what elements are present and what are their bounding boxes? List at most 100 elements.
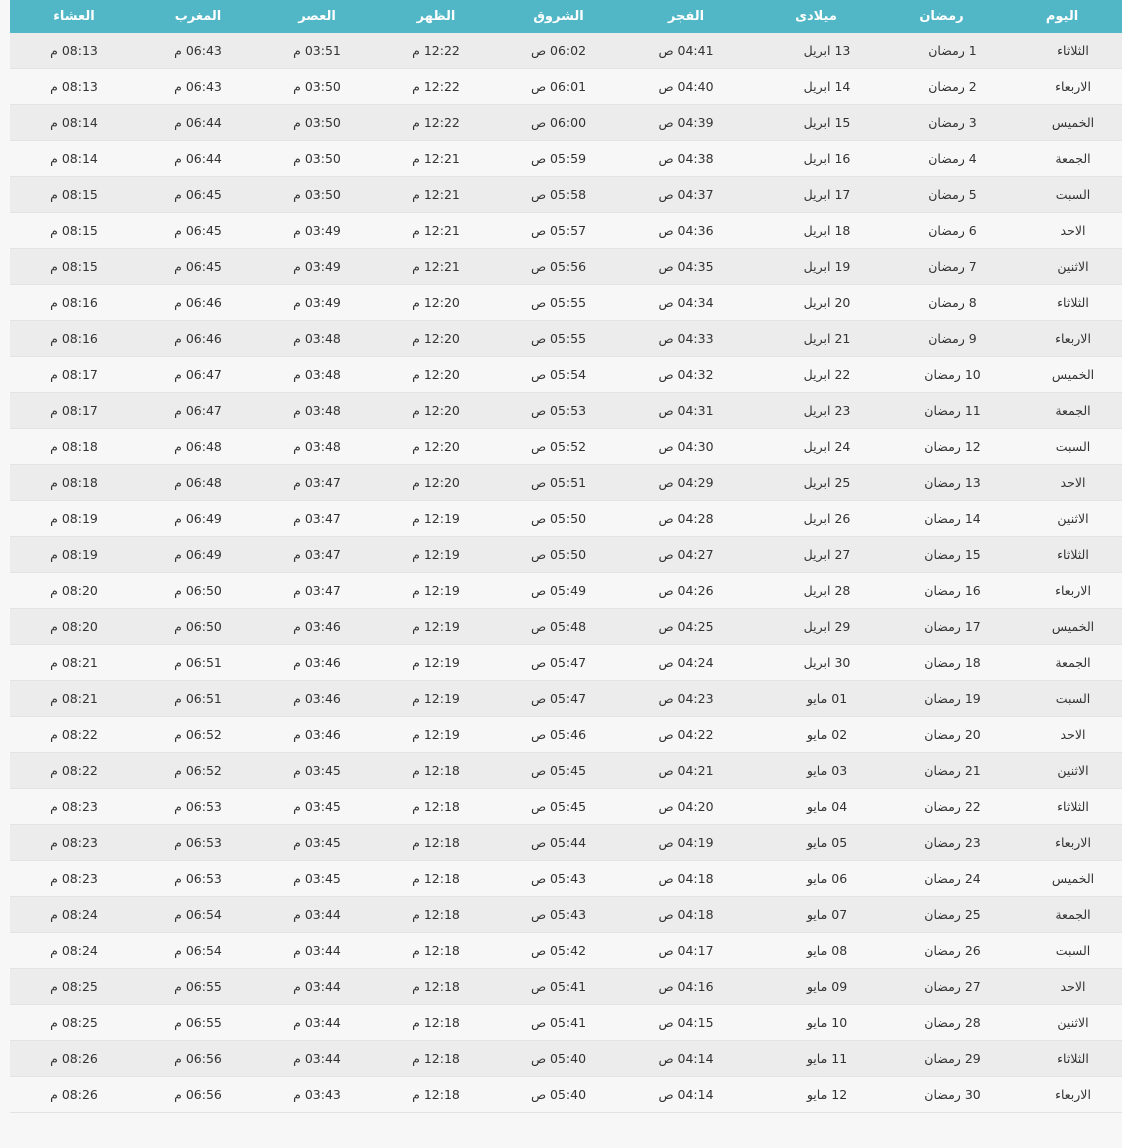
fajr-cell: 04:33 ص bbox=[621, 320, 751, 357]
isha-cell: 08:24 م bbox=[10, 932, 138, 969]
fajr-cell: 04:40 ص bbox=[621, 68, 751, 105]
sunrise-cell: 05:42 ص bbox=[496, 932, 621, 969]
maghrib-cell: 06:54 م bbox=[138, 932, 258, 969]
maghrib-cell: 06:46 م bbox=[138, 320, 258, 357]
ramadan-date-cell: 16 رمضان bbox=[881, 572, 1002, 609]
table-row: الثلاثاء 15 رمضان 27 ابريل 04:27 ص 05:50 ص 12… bbox=[10, 536, 1122, 573]
asr-cell: 03:49 م bbox=[258, 212, 376, 249]
table-row: السبت 12 رمضان 24 ابريل 04:30 ص 05:52 ص 12:20… bbox=[10, 428, 1122, 465]
ramadan-date-cell: 29 رمضان bbox=[881, 1040, 1002, 1077]
day-cell: الجمعة bbox=[1002, 644, 1122, 681]
gregorian-date-cell: 17 ابريل bbox=[751, 176, 881, 213]
dhuhr-cell: 12:18 م bbox=[376, 1076, 496, 1113]
day-cell: الاثنين bbox=[1002, 248, 1122, 285]
asr-cell: 03:46 م bbox=[258, 608, 376, 645]
isha-cell: 08:24 م bbox=[10, 896, 138, 933]
ramadan-date-cell: 22 رمضان bbox=[881, 788, 1002, 825]
gregorian-date-cell: 01 مايو bbox=[751, 680, 881, 717]
maghrib-cell: 06:53 م bbox=[138, 824, 258, 861]
table-row: السبت 19 رمضان 01 مايو 04:23 ص 05:47 ص 12:19 … bbox=[10, 680, 1122, 717]
gregorian-date-cell: 02 مايو bbox=[751, 716, 881, 753]
table-row: الاربعاء 23 رمضان 05 مايو 04:19 ص 05:44 ص 12:… bbox=[10, 824, 1122, 861]
day-cell: الاحد bbox=[1002, 968, 1122, 1005]
dhuhr-cell: 12:19 م bbox=[376, 536, 496, 573]
prayer-times-table: اليوم رمضان ميلادى الفجر الشروق الظهر ال… bbox=[10, 0, 1122, 1113]
day-cell: الاحد bbox=[1002, 212, 1122, 249]
dhuhr-cell: 12:19 م bbox=[376, 608, 496, 645]
header-gregorian: ميلادى bbox=[751, 0, 881, 33]
fajr-cell: 04:31 ص bbox=[621, 392, 751, 429]
dhuhr-cell: 12:20 م bbox=[376, 464, 496, 501]
maghrib-cell: 06:48 م bbox=[138, 464, 258, 501]
fajr-cell: 04:41 ص bbox=[621, 33, 751, 69]
isha-cell: 08:23 م bbox=[10, 824, 138, 861]
table-row: الاربعاء 30 رمضان 12 مايو 04:14 ص 05:40 ص 12:… bbox=[10, 1076, 1122, 1113]
asr-cell: 03:44 م bbox=[258, 968, 376, 1005]
day-cell: الثلاثاء bbox=[1002, 284, 1122, 321]
asr-cell: 03:45 م bbox=[258, 860, 376, 897]
day-cell: الثلاثاء bbox=[1002, 536, 1122, 573]
fajr-cell: 04:19 ص bbox=[621, 824, 751, 861]
asr-cell: 03:44 م bbox=[258, 896, 376, 933]
ramadan-date-cell: 10 رمضان bbox=[881, 356, 1002, 393]
fajr-cell: 04:34 ص bbox=[621, 284, 751, 321]
header-asr: العصر bbox=[258, 0, 376, 33]
isha-cell: 08:15 م bbox=[10, 176, 138, 213]
dhuhr-cell: 12:20 م bbox=[376, 428, 496, 465]
fajr-cell: 04:28 ص bbox=[621, 500, 751, 537]
table-row: الثلاثاء 8 رمضان 20 ابريل 04:34 ص 05:55 ص 12:… bbox=[10, 284, 1122, 321]
fajr-cell: 04:22 ص bbox=[621, 716, 751, 753]
ramadan-date-cell: 3 رمضان bbox=[881, 104, 1002, 141]
maghrib-cell: 06:53 م bbox=[138, 788, 258, 825]
ramadan-date-cell: 6 رمضان bbox=[881, 212, 1002, 249]
maghrib-cell: 06:55 م bbox=[138, 968, 258, 1005]
table-row: السبت 26 رمضان 08 مايو 04:17 ص 05:42 ص 12:18 … bbox=[10, 932, 1122, 969]
fajr-cell: 04:18 ص bbox=[621, 896, 751, 933]
sunrise-cell: 05:43 ص bbox=[496, 860, 621, 897]
ramadan-date-cell: 4 رمضان bbox=[881, 140, 1002, 177]
ramadan-date-cell: 23 رمضان bbox=[881, 824, 1002, 861]
isha-cell: 08:15 م bbox=[10, 212, 138, 249]
day-cell: الثلاثاء bbox=[1002, 788, 1122, 825]
asr-cell: 03:47 م bbox=[258, 572, 376, 609]
fajr-cell: 04:16 ص bbox=[621, 968, 751, 1005]
gregorian-date-cell: 06 مايو bbox=[751, 860, 881, 897]
gregorian-date-cell: 16 ابريل bbox=[751, 140, 881, 177]
header-fajr: الفجر bbox=[621, 0, 751, 33]
maghrib-cell: 06:50 م bbox=[138, 608, 258, 645]
dhuhr-cell: 12:20 م bbox=[376, 356, 496, 393]
gregorian-date-cell: 26 ابريل bbox=[751, 500, 881, 537]
gregorian-date-cell: 11 مايو bbox=[751, 1040, 881, 1077]
table-row: الخميس 10 رمضان 22 ابريل 04:32 ص 05:54 ص 12:2… bbox=[10, 356, 1122, 393]
table-row: السبت 5 رمضان 17 ابريل 04:37 ص 05:58 ص 12:21 … bbox=[10, 176, 1122, 213]
day-cell: الاثنين bbox=[1002, 752, 1122, 789]
day-cell: الجمعة bbox=[1002, 896, 1122, 933]
day-cell: الجمعة bbox=[1002, 140, 1122, 177]
ramadan-date-cell: 13 رمضان bbox=[881, 464, 1002, 501]
fajr-cell: 04:18 ص bbox=[621, 860, 751, 897]
table-row: الاربعاء 2 رمضان 14 ابريل 04:40 ص 06:01 ص 12:… bbox=[10, 68, 1122, 105]
maghrib-cell: 06:49 م bbox=[138, 536, 258, 573]
fajr-cell: 04:30 ص bbox=[621, 428, 751, 465]
gregorian-date-cell: 09 مايو bbox=[751, 968, 881, 1005]
sunrise-cell: 05:43 ص bbox=[496, 896, 621, 933]
dhuhr-cell: 12:18 م bbox=[376, 896, 496, 933]
sunrise-cell: 05:40 ص bbox=[496, 1076, 621, 1113]
fajr-cell: 04:35 ص bbox=[621, 248, 751, 285]
asr-cell: 03:48 م bbox=[258, 428, 376, 465]
sunrise-cell: 05:54 ص bbox=[496, 356, 621, 393]
dhuhr-cell: 12:19 م bbox=[376, 572, 496, 609]
maghrib-cell: 06:56 م bbox=[138, 1040, 258, 1077]
maghrib-cell: 06:44 م bbox=[138, 104, 258, 141]
day-cell: الاثنين bbox=[1002, 1004, 1122, 1041]
isha-cell: 08:23 م bbox=[10, 788, 138, 825]
table-row: الخميس 24 رمضان 06 مايو 04:18 ص 05:43 ص 12:18… bbox=[10, 860, 1122, 897]
ramadan-date-cell: 19 رمضان bbox=[881, 680, 1002, 717]
header-day: اليوم bbox=[1002, 0, 1122, 33]
day-cell: الاثنين bbox=[1002, 500, 1122, 537]
dhuhr-cell: 12:18 م bbox=[376, 968, 496, 1005]
sunrise-cell: 05:40 ص bbox=[496, 1040, 621, 1077]
sunrise-cell: 05:56 ص bbox=[496, 248, 621, 285]
day-cell: الاربعاء bbox=[1002, 572, 1122, 609]
asr-cell: 03:50 م bbox=[258, 68, 376, 105]
